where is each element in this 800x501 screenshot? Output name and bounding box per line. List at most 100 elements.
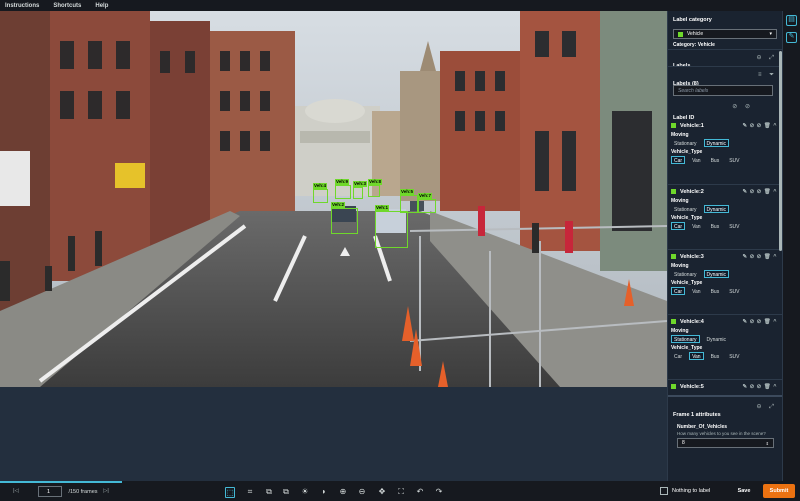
bbox-tag: Veh:9 bbox=[335, 179, 350, 185]
label-category-heading: Label category bbox=[673, 17, 712, 23]
moving-label: Moving bbox=[671, 198, 689, 204]
vehicle-name: Vehicle:4 bbox=[680, 318, 704, 325]
option-stationary[interactable]: Stationary bbox=[671, 205, 700, 213]
submit-button[interactable]: Submit bbox=[763, 484, 795, 498]
labels-panel-icon[interactable]: ▤ bbox=[786, 15, 797, 26]
bounding-box[interactable]: Veh:2 bbox=[331, 202, 358, 234]
vehicle-entry-2[interactable]: Vehicle:2 ✎⊘⊘🗑^ Moving Stationary Dynamic… bbox=[671, 187, 779, 230]
menu-shortcuts[interactable]: Shortcuts bbox=[53, 3, 81, 9]
option-dynamic[interactable]: Dynamic bbox=[703, 270, 729, 278]
vehicle-actions-icon[interactable]: ✎⊘⊘🗑^ bbox=[742, 384, 779, 390]
option-suv[interactable]: SUV bbox=[726, 287, 742, 295]
bounding-box[interactable]: Veh:4 bbox=[313, 183, 328, 203]
option-suv[interactable]: SUV bbox=[726, 156, 742, 164]
number-of-vehicles-input[interactable]: 8 ⇕ bbox=[677, 438, 774, 448]
option-car[interactable]: Car bbox=[671, 156, 686, 164]
option-bus[interactable]: Bus bbox=[708, 287, 723, 295]
stepper-icon[interactable]: ⇕ bbox=[766, 441, 769, 446]
vehicle-entry-5[interactable]: Vehicle:5 ✎⊘⊘🗑^ bbox=[671, 382, 779, 391]
menu-instructions[interactable]: Instructions bbox=[5, 3, 39, 9]
number-of-vehicles-question: How many vehicles to you see in the scen… bbox=[677, 431, 766, 436]
option-car[interactable]: Car bbox=[671, 222, 686, 230]
bounding-box[interactable]: Veh:9 bbox=[335, 179, 351, 199]
number-of-vehicles-label: Number_Of_Vehicles bbox=[677, 424, 728, 430]
vehicle-entry-3[interactable]: Vehicle:3 ✎⊘⊘🗑^ Moving Stationary Dynamic… bbox=[671, 252, 779, 295]
bbox-tag: Veh:4 bbox=[313, 183, 328, 189]
vehicle-actions-icon[interactable]: ✎⊘⊘🗑^ bbox=[742, 123, 779, 129]
category-line: Category: Vehicle bbox=[673, 42, 715, 48]
redo-icon[interactable]: ↷ bbox=[434, 487, 444, 496]
minimize-icon[interactable]: ⊖ ⤢ bbox=[757, 54, 778, 62]
vehicle-entry-1[interactable]: Vehicle:1 ✎⊘⊘🗑^ Moving Stationary Dynamic… bbox=[671, 121, 779, 164]
moving-label: Moving bbox=[671, 328, 689, 334]
vehicle-name: Vehicle:5 bbox=[680, 383, 704, 390]
edit-panel-icon[interactable]: ✎ bbox=[786, 32, 797, 43]
fit-icon[interactable]: ⛶ bbox=[396, 487, 406, 496]
option-bus[interactable]: Bus bbox=[708, 222, 723, 230]
vehicle-name: Vehicle:1 bbox=[680, 122, 704, 129]
menu-help[interactable]: Help bbox=[95, 3, 108, 9]
labeling-stage: Veh:4 Veh:9 Veh:3 Veh:8 Veh:2 Veh:1 Veh:… bbox=[0, 11, 667, 481]
frame-progress bbox=[0, 481, 122, 483]
crop-icon[interactable]: ⌗ bbox=[245, 487, 255, 496]
option-van[interactable]: Van bbox=[689, 287, 704, 295]
bbox-tag: Veh:1 bbox=[375, 205, 390, 211]
bounding-box[interactable]: Veh:5 bbox=[400, 189, 418, 213]
option-dynamic[interactable]: Dynamic bbox=[703, 205, 729, 213]
vehicle-type-label: Vehicle_Type bbox=[671, 280, 703, 286]
category-value: Vehicle bbox=[687, 31, 704, 37]
sort-filter-icon[interactable]: ≡ ⏷ bbox=[758, 72, 777, 79]
video-frame[interactable]: Veh:4 Veh:9 Veh:3 Veh:8 Veh:2 Veh:1 Veh:… bbox=[0, 11, 667, 387]
zoom-out-icon[interactable]: ⊖ bbox=[357, 487, 367, 496]
prev-frame-icon[interactable]: |◁ bbox=[6, 486, 26, 496]
undo-icon[interactable]: ↶ bbox=[415, 487, 425, 496]
minimize-icon[interactable]: ⊖ ⤢ bbox=[757, 403, 778, 411]
bounding-box-tool-icon[interactable]: ⬚ bbox=[225, 487, 235, 498]
vehicle-color-swatch bbox=[671, 189, 676, 194]
option-stationary[interactable]: Stationary bbox=[671, 270, 700, 278]
contrast-icon[interactable]: ◑ bbox=[318, 487, 328, 496]
save-button[interactable]: Save bbox=[731, 484, 757, 498]
option-van[interactable]: Van bbox=[689, 352, 704, 360]
zoom-in-icon[interactable]: ⊕ bbox=[338, 487, 348, 496]
category-select[interactable]: Vehicle ▾ bbox=[673, 29, 777, 39]
option-bus[interactable]: Bus bbox=[708, 156, 723, 164]
search-labels-input[interactable]: Search labels bbox=[673, 85, 773, 96]
option-van[interactable]: Van bbox=[689, 156, 704, 164]
menu-bar: Instructions Shortcuts Help bbox=[0, 0, 800, 11]
bounding-box[interactable]: Veh:3 bbox=[353, 181, 368, 199]
category-color-swatch bbox=[678, 31, 683, 37]
option-stationary[interactable]: Stationary bbox=[671, 335, 700, 343]
bbox-tag: Veh:3 bbox=[353, 181, 368, 187]
vehicle-type-label: Vehicle_Type bbox=[671, 215, 703, 221]
copy-icon[interactable]: ⧉ bbox=[264, 487, 274, 496]
bbox-tag: Veh:8 bbox=[368, 179, 383, 185]
option-car[interactable]: Car bbox=[671, 352, 685, 360]
vehicle-entry-4[interactable]: Vehicle:4 ✎⊘⊘🗑^ Moving Stationary Dynamic… bbox=[671, 317, 779, 360]
option-car[interactable]: Car bbox=[671, 287, 686, 295]
option-dynamic[interactable]: Dynamic bbox=[703, 139, 729, 147]
vehicle-actions-icon[interactable]: ✎⊘⊘🗑^ bbox=[742, 189, 779, 195]
brightness-icon[interactable]: ☀ bbox=[300, 487, 310, 496]
visibility-icon[interactable]: ⊘ ⊘ bbox=[732, 103, 753, 110]
move-icon[interactable]: ✥ bbox=[377, 487, 387, 496]
option-suv[interactable]: SUV bbox=[726, 222, 742, 230]
bounding-box[interactable]: Veh:7 bbox=[418, 193, 436, 213]
option-suv[interactable]: SUV bbox=[726, 352, 742, 360]
nothing-to-label-checkbox[interactable] bbox=[660, 487, 668, 495]
vehicle-actions-icon[interactable]: ✎⊘⊘🗑^ bbox=[742, 254, 779, 260]
next-frame-icon[interactable]: ▷| bbox=[100, 486, 112, 496]
bounding-box[interactable]: Veh:8 bbox=[368, 179, 383, 197]
vehicle-name: Vehicle:2 bbox=[680, 188, 704, 195]
divider bbox=[668, 184, 783, 185]
option-dynamic[interactable]: Dynamic bbox=[704, 335, 729, 343]
divider bbox=[668, 49, 783, 50]
option-bus[interactable]: Bus bbox=[708, 352, 723, 360]
bounding-box[interactable]: Veh:1 bbox=[375, 205, 408, 248]
copy-all-icon[interactable]: ⧉ bbox=[281, 487, 291, 496]
vehicle-actions-icon[interactable]: ✎⊘⊘🗑^ bbox=[742, 319, 779, 325]
frame-number-input[interactable]: 1 bbox=[38, 486, 62, 497]
vehicle-name: Vehicle:3 bbox=[680, 253, 704, 260]
option-stationary[interactable]: Stationary bbox=[671, 139, 700, 147]
option-van[interactable]: Van bbox=[689, 222, 704, 230]
